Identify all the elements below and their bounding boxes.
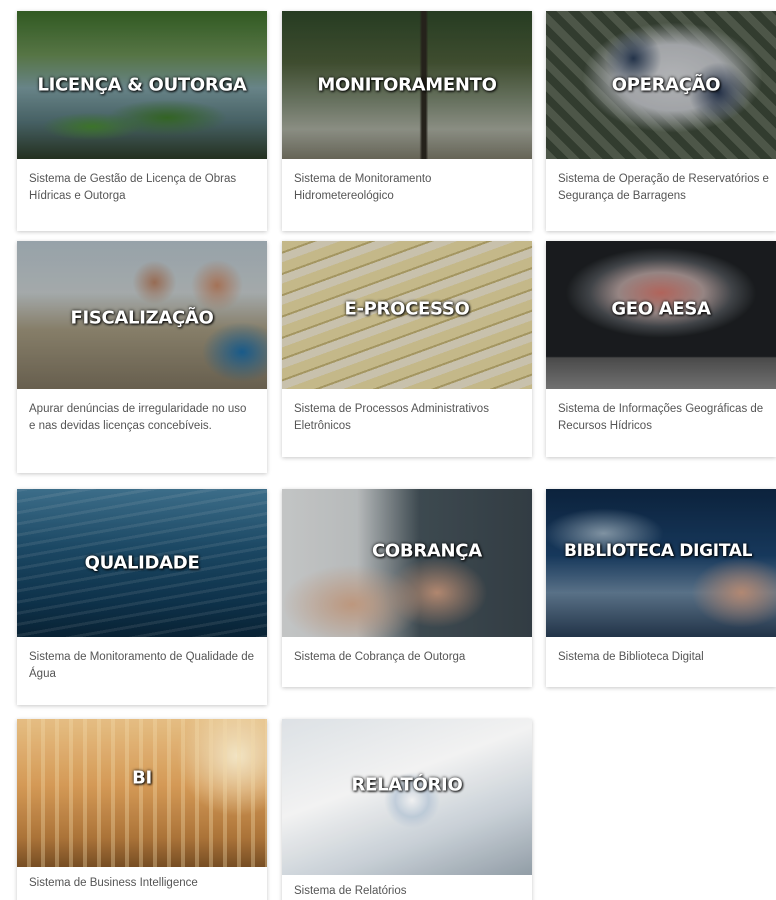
card-image: GEO AESA <box>546 241 776 389</box>
card-description: Sistema de Monitoramento Hidrometereológ… <box>294 173 432 202</box>
card-title: COBRANÇA <box>372 540 482 562</box>
card-description: Sistema de Relatórios <box>294 885 407 897</box>
systems-grid: LICENÇA & OUTORGA Sistema de Gestão de L… <box>0 0 776 900</box>
card-description: Sistema de Business Intelligence <box>29 877 198 889</box>
card-description: Sistema de Monitoramento de Qualidade de… <box>29 651 255 680</box>
card-image: MONITORAMENTO <box>282 11 532 159</box>
card-description: Sistema de Processos Administrativos Ele… <box>294 403 489 432</box>
card-image: COBRANÇA <box>282 489 532 637</box>
card-image: FISCALIZAÇÃO <box>17 241 267 389</box>
card-monitoramento[interactable]: MONITORAMENTO Sistema de Monitoramento H… <box>282 11 532 231</box>
card-image: QUALIDADE <box>17 489 267 637</box>
card-image: BIBLIOTECA DIGITAL <box>546 489 776 637</box>
card-title: BIBLIOTECA DIGITAL <box>564 541 753 562</box>
card-title: GEO AESA <box>611 298 711 320</box>
card-title: LICENÇA & OUTORGA <box>37 74 247 96</box>
card-description: Sistema de Cobrança de Outorga <box>294 651 466 663</box>
card-image: RELATÓRIO <box>282 719 532 875</box>
card-e-processo[interactable]: E-PROCESSO Sistema de Processos Administ… <box>282 241 532 457</box>
card-description: Sistema de Gestão de Licença de Obras Hí… <box>29 173 237 202</box>
card-title: QUALIDADE <box>84 552 200 574</box>
card-licenca-outorga[interactable]: LICENÇA & OUTORGA Sistema de Gestão de L… <box>17 11 267 231</box>
card-description: Sistema de Informações Geográficas de Re… <box>558 403 764 432</box>
card-biblioteca-digital[interactable]: BIBLIOTECA DIGITAL Sistema de Biblioteca… <box>546 489 776 687</box>
card-operacao[interactable]: OPERAÇÃO Sistema de Operação de Reservat… <box>546 11 776 231</box>
card-description: Apurar denúncias de irregularidade no us… <box>29 403 247 432</box>
card-title: E-PROCESSO <box>344 298 470 320</box>
card-geo-aesa[interactable]: GEO AESA Sistema de Informações Geográfi… <box>546 241 776 457</box>
card-description: Sistema de Biblioteca Digital <box>558 651 704 663</box>
card-title: BI <box>132 767 152 789</box>
card-image: OPERAÇÃO <box>546 11 776 159</box>
card-image: BI <box>17 719 267 867</box>
card-title: OPERAÇÃO <box>611 74 721 96</box>
card-cobranca[interactable]: COBRANÇA Sistema de Cobrança de Outorga <box>282 489 532 687</box>
card-fiscalizacao[interactable]: FISCALIZAÇÃO Apurar denúncias de irregul… <box>17 241 267 473</box>
card-image: E-PROCESSO <box>282 241 532 389</box>
card-relatorio[interactable]: RELATÓRIO Sistema de Relatórios <box>282 719 532 900</box>
card-title: FISCALIZAÇÃO <box>70 307 214 329</box>
card-qualidade[interactable]: QUALIDADE Sistema de Monitoramento de Qu… <box>17 489 267 705</box>
card-bi[interactable]: BI Sistema de Business Intelligence <box>17 719 267 900</box>
card-title: MONITORAMENTO <box>317 74 497 96</box>
card-title: RELATÓRIO <box>351 774 463 796</box>
card-description: Sistema de Operação de Reservatórios e S… <box>558 173 769 202</box>
card-image: LICENÇA & OUTORGA <box>17 11 267 159</box>
